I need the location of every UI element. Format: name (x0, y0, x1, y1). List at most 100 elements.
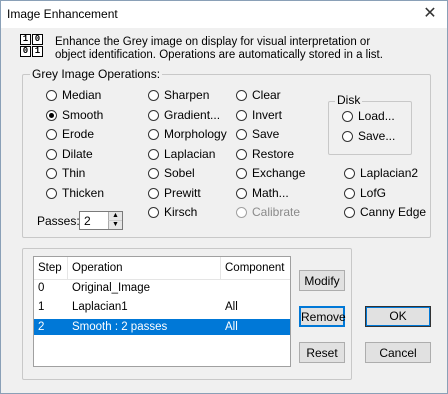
radio-label: Clear (252, 88, 281, 102)
radio-selected-icon (46, 109, 57, 121)
radio-smooth[interactable]: Smooth (46, 107, 103, 123)
radio-circle-icon (344, 167, 355, 179)
radio-laplacian[interactable]: Laplacian (148, 146, 215, 162)
radio-disk-load[interactable]: Load... (342, 108, 395, 124)
radio-prewitt[interactable]: Prewitt (148, 185, 201, 201)
radio-circle-icon (236, 109, 247, 121)
radio-label: Erode (62, 127, 95, 141)
radio-circle-icon (342, 130, 353, 142)
logo-digit: 1 (32, 46, 43, 57)
radio-sobel[interactable]: Sobel (148, 165, 195, 181)
radio-label: Math... (252, 186, 289, 200)
radio-disk-save[interactable]: Save... (342, 128, 395, 144)
radio-circle-icon (236, 89, 247, 101)
radio-thin[interactable]: Thin (46, 165, 85, 181)
spin-down-icon[interactable]: ▼ (108, 221, 122, 229)
logo-digit: 1 (20, 34, 31, 45)
radio-label: Kirsch (164, 205, 198, 219)
radio-gradient[interactable]: Gradient... (148, 107, 220, 123)
spin-up-icon[interactable]: ▲ (108, 212, 122, 221)
radio-circle-icon (344, 206, 355, 218)
step-cell: 2 (38, 321, 45, 333)
radio-label: Smooth (62, 108, 104, 122)
radio-circle-icon (236, 148, 247, 160)
radio-circle-icon (148, 206, 159, 218)
radio-label: Thicken (62, 186, 105, 200)
radio-dilate[interactable]: Dilate (46, 146, 93, 162)
radio-circle-icon (148, 128, 159, 140)
radio-circle-icon (236, 187, 247, 199)
radio-restore[interactable]: Restore (236, 146, 294, 162)
component-cell: All (225, 321, 238, 333)
binary-logo-icon: 1 0 0 1 (20, 34, 44, 58)
step-cell: 0 (38, 282, 45, 294)
column-header-component[interactable]: Component (221, 257, 290, 279)
window-title: Image Enhancement (7, 7, 118, 21)
list-item-selected[interactable]: 2 Smooth : 2 passes All (34, 319, 290, 335)
radio-laplacian2[interactable]: Laplacian2 (344, 165, 418, 181)
operation-cell: Original_Image (72, 282, 150, 294)
radio-label: Restore (252, 147, 295, 161)
radio-label: Morphology (164, 127, 227, 141)
radio-label: Save (252, 127, 280, 141)
passes-stepper[interactable]: 2 ▲ ▼ (79, 211, 123, 230)
radio-circle-icon (236, 206, 247, 218)
radio-save[interactable]: Save (236, 126, 279, 142)
radio-label: Prewitt (164, 186, 201, 200)
radio-circle-icon (46, 148, 57, 160)
list-item[interactable]: 0 Original_Image (34, 280, 290, 296)
radio-circle-icon (46, 187, 57, 199)
modify-button[interactable]: Modify (299, 270, 345, 291)
column-header-step[interactable]: Step (34, 257, 68, 279)
radio-exchange[interactable]: Exchange (236, 165, 305, 181)
step-cell: 1 (38, 301, 45, 313)
radio-circle-icon (148, 167, 159, 179)
radio-circle-icon (344, 187, 355, 199)
title-bar: Image Enhancement ✕ (1, 1, 447, 28)
logo-digit: 0 (32, 34, 43, 45)
passes-value: 2 (84, 214, 91, 228)
radio-label: Save... (358, 129, 396, 143)
radio-morphology[interactable]: Morphology (148, 126, 227, 142)
reset-button[interactable]: Reset (299, 342, 345, 363)
operation-cell: Smooth : 2 passes (72, 321, 168, 333)
radio-thicken[interactable]: Thicken (46, 185, 104, 201)
radio-label: Gradient... (164, 108, 221, 122)
column-header-operation[interactable]: Operation (68, 257, 221, 279)
radio-label: Dilate (62, 147, 93, 161)
disk-label: Disk (335, 93, 363, 107)
passes-label: Passes: (37, 214, 80, 228)
radio-circle-icon (46, 89, 57, 101)
list-item[interactable]: 1 Laplacian1 All (34, 299, 290, 315)
close-icon[interactable]: ✕ (419, 5, 441, 23)
radio-circle-icon (148, 109, 159, 121)
ok-button[interactable]: OK (365, 306, 431, 327)
cancel-button[interactable]: Cancel (365, 342, 431, 363)
radio-sharpen[interactable]: Sharpen (148, 87, 209, 103)
radio-lofg[interactable]: LofG (344, 185, 386, 201)
list-header: Step Operation Component (34, 257, 290, 280)
radio-median[interactable]: Median (46, 87, 101, 103)
radio-label: Laplacian2 (360, 166, 419, 180)
radio-kirsch[interactable]: Kirsch (148, 204, 197, 220)
radio-circle-icon (148, 187, 159, 199)
radio-circle-icon (148, 89, 159, 101)
image-enhancement-dialog: Image Enhancement ✕ 1 0 0 1 Enhance the … (0, 0, 448, 394)
radio-label: Calibrate (252, 205, 301, 219)
radio-circle-icon (342, 110, 353, 122)
radio-math[interactable]: Math... (236, 185, 289, 201)
radio-circle-icon (236, 128, 247, 140)
operation-history-list[interactable]: Step Operation Component 0 Original_Imag… (33, 256, 291, 367)
radio-invert[interactable]: Invert (236, 107, 282, 123)
radio-canny-edge[interactable]: Canny Edge (344, 204, 426, 220)
remove-button[interactable]: Remove (299, 306, 346, 327)
logo-digit: 0 (20, 46, 31, 57)
radio-label: Invert (252, 108, 283, 122)
radio-erode[interactable]: Erode (46, 126, 94, 142)
radio-label: Load... (358, 109, 395, 123)
radio-clear[interactable]: Clear (236, 87, 281, 103)
radio-label: Median (62, 88, 102, 102)
radio-label: Thin (62, 166, 86, 180)
grey-operations-label: Grey Image Operations: (30, 67, 163, 81)
radio-label: Sharpen (164, 88, 210, 102)
